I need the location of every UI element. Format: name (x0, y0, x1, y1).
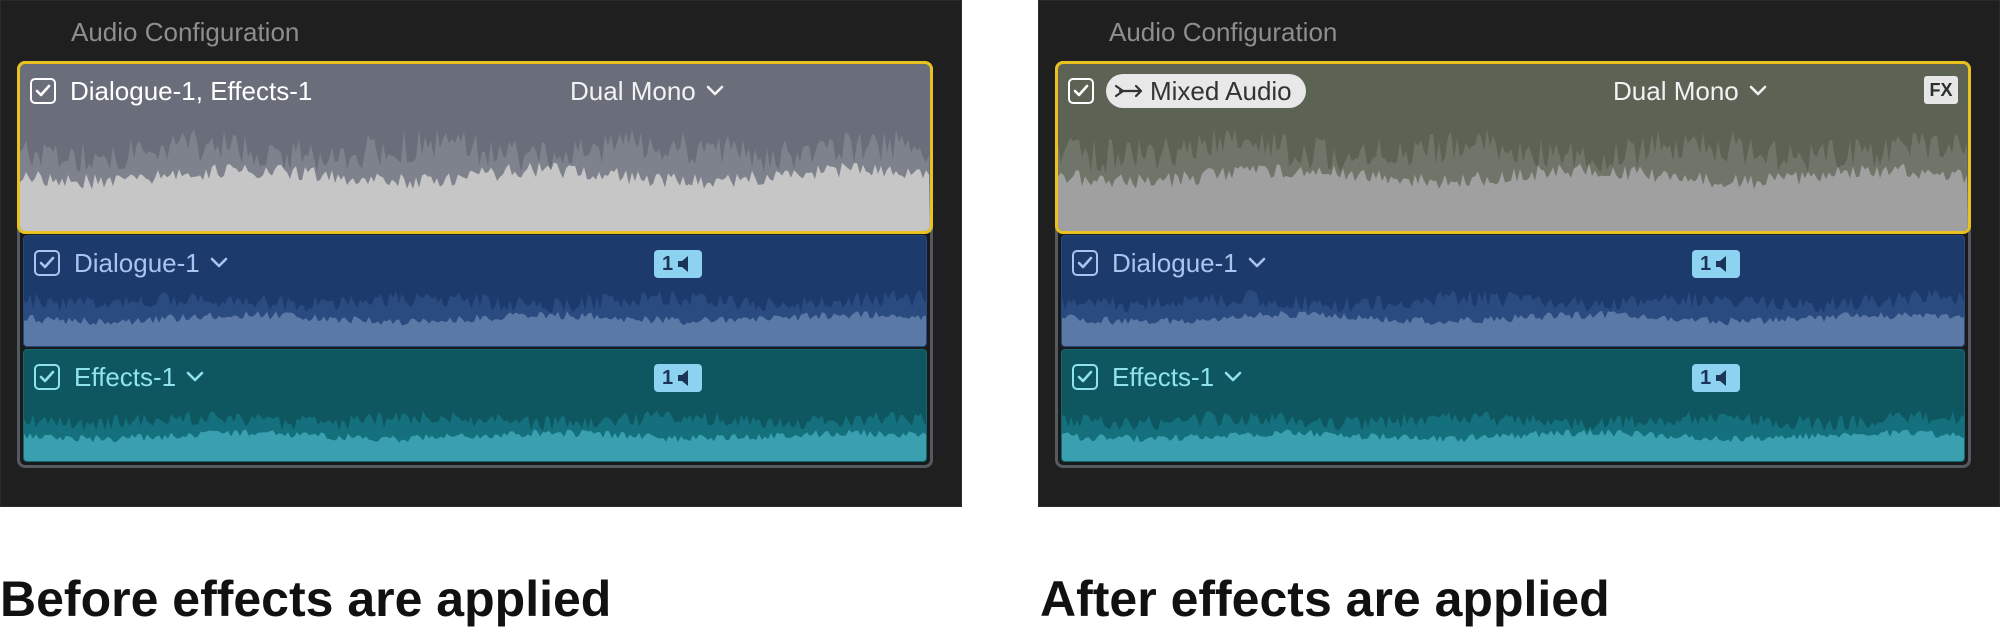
checkbox-icon[interactable] (1068, 78, 1094, 104)
main-waveform (1058, 128, 1968, 231)
dialogue-lane[interactable]: Dialogue-1 1 (23, 235, 927, 347)
fx-icon[interactable]: FX (1924, 76, 1958, 104)
main-waveform (20, 128, 930, 231)
effects-lane-header: Effects-1 1 (34, 360, 916, 394)
channel-badge: 1 (654, 364, 702, 392)
chevron-down-icon[interactable] (210, 257, 228, 269)
checkbox-icon[interactable] (30, 78, 56, 104)
audio-configuration-panel-after: Audio Configuration Mixed Audio Dual Mon… (1038, 0, 2000, 507)
main-lane-header: Dialogue-1, Effects-1 Dual Mono (30, 74, 920, 108)
channel-number: 1 (1699, 366, 1712, 389)
mixed-audio-pill[interactable]: Mixed Audio (1106, 74, 1306, 108)
channel-mode-label: Dual Mono (570, 75, 696, 106)
main-lane-header: Mixed Audio Dual Mono FX (1068, 74, 1958, 108)
checkbox-icon[interactable] (1072, 364, 1098, 390)
chevron-down-icon (706, 85, 724, 97)
dialogue-lane-label: Dialogue-1 (1112, 247, 1238, 278)
effects-waveform (24, 410, 926, 461)
chevron-down-icon (1749, 85, 1767, 97)
channel-number: 1 (661, 252, 674, 275)
channel-mode-dropdown[interactable]: Dual Mono (1613, 74, 1767, 108)
chevron-down-icon[interactable] (1248, 257, 1266, 269)
main-audio-lane[interactable]: Mixed Audio Dual Mono FX (1055, 61, 1971, 234)
caption-after: After effects are applied (1040, 571, 1610, 627)
main-lane-label: Dialogue-1, Effects-1 (70, 75, 313, 106)
chevron-down-icon[interactable] (186, 371, 204, 383)
effects-lane[interactable]: Effects-1 1 (1061, 349, 1965, 462)
channel-number: 1 (1699, 252, 1712, 275)
effects-lane-header: Effects-1 1 (1072, 360, 1954, 394)
panel-title: Audio Configuration (1109, 17, 1338, 47)
channel-badge: 1 (1692, 250, 1740, 278)
panel-title: Audio Configuration (71, 17, 300, 47)
channel-mode-label: Dual Mono (1613, 75, 1739, 106)
channel-mode-dropdown[interactable]: Dual Mono (570, 74, 724, 108)
channel-badge: 1 (1692, 364, 1740, 392)
checkbox-icon[interactable] (1072, 250, 1098, 276)
checkbox-icon[interactable] (34, 250, 60, 276)
effects-lane[interactable]: Effects-1 1 (23, 349, 927, 462)
dialogue-waveform (24, 289, 926, 346)
checkbox-icon[interactable] (34, 364, 60, 390)
speaker-icon (678, 256, 689, 272)
speaker-icon (678, 370, 689, 386)
caption-before: Before effects are applied (0, 571, 612, 627)
dialogue-waveform (1062, 289, 1964, 346)
audio-configuration-panel-before: Audio Configuration Dialogue-1, Effects-… (0, 0, 962, 507)
dialogue-lane-header: Dialogue-1 1 (1072, 246, 1954, 280)
effects-lane-label: Effects-1 (74, 361, 177, 392)
main-lane-label: Mixed Audio (1150, 75, 1292, 106)
effects-waveform (1062, 410, 1964, 461)
effects-lane-label: Effects-1 (1112, 361, 1215, 392)
speaker-icon (1716, 256, 1727, 272)
main-audio-lane[interactable]: Dialogue-1, Effects-1 Dual Mono (17, 61, 933, 234)
channel-number: 1 (661, 366, 674, 389)
dialogue-lane-header: Dialogue-1 1 (34, 246, 916, 280)
dialogue-lane[interactable]: Dialogue-1 1 (1061, 235, 1965, 347)
channel-badge: 1 (654, 250, 702, 278)
speaker-icon (1716, 370, 1727, 386)
dialogue-lane-label: Dialogue-1 (74, 247, 200, 278)
mixed-audio-arrow-icon (1114, 82, 1144, 100)
chevron-down-icon[interactable] (1224, 371, 1242, 383)
